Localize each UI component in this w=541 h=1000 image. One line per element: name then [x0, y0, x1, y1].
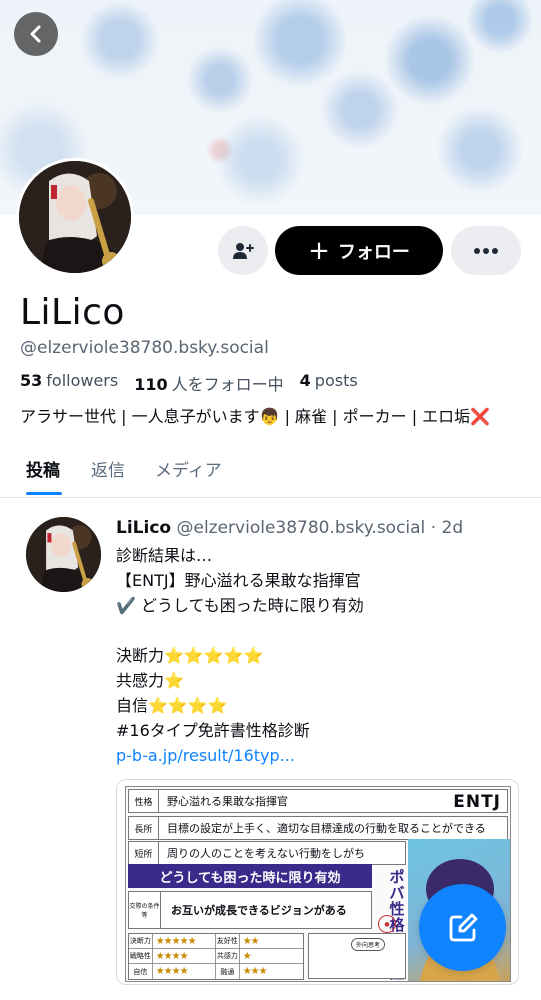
- post-author-name[interactable]: LiLico: [116, 518, 171, 538]
- license-row-key: 短所: [129, 842, 159, 864]
- license-traits-table: 決断力 ★★★★★ 友好性 ★★ 戦略性 ★★★★ 共感力 ★ 自信 ★★★★ …: [128, 933, 304, 980]
- post-line: ✔️ どうしても困った時に限り有効: [116, 596, 364, 615]
- license-cognitive-grid: 外向思考: [308, 933, 406, 979]
- trait-stars: ★★: [242, 935, 260, 947]
- trait-stars: ★★★★: [153, 964, 216, 979]
- follow-button[interactable]: + フォロー: [275, 226, 443, 275]
- tab-replies[interactable]: 返信: [91, 456, 125, 481]
- license-row-value: 目標の設定が上手く、適切な目標達成の行動を取ることができる: [167, 822, 486, 835]
- profile-stats: 53 followers 110 人をフォロー中 4 posts: [20, 371, 358, 395]
- license-row-weakness: 短所 周りの人のことを考えない行動をしがち: [128, 841, 406, 865]
- followers-label: followers: [46, 371, 119, 390]
- plus-icon: +: [308, 235, 330, 266]
- more-options-button[interactable]: [451, 226, 521, 275]
- license-vision-row: 交際の条件等 お互いが成長できるビジョンがある: [128, 891, 372, 929]
- following-count: 110: [134, 375, 168, 394]
- trait-label: 友好性: [216, 934, 240, 948]
- trait-label: 戦略性: [129, 949, 153, 963]
- trait-label: 融通: [216, 964, 240, 979]
- license-row-personality: 性格 野心溢れる果敢な指揮官 ENTJ: [128, 789, 508, 813]
- tab-posts[interactable]: 投稿: [26, 456, 60, 481]
- following-label: 人をフォロー中: [171, 375, 284, 394]
- post-text[interactable]: 診断結果は… 【ENTJ】野心溢れる果敢な指揮官 ✔️ どうしても困った時に限り…: [116, 543, 364, 768]
- license-row-key: 性格: [129, 790, 159, 812]
- tab-media[interactable]: メディア: [155, 456, 222, 481]
- post-line: 【ENTJ】野心溢れる果敢な指揮官: [116, 571, 361, 590]
- compose-icon: [449, 913, 477, 941]
- trait-row: 決断力 ★★★★★ 友好性 ★★: [129, 934, 303, 949]
- license-row-key: 長所: [129, 817, 159, 839]
- followers-count: 53: [20, 371, 43, 390]
- profile-bio: アラサー世代 | 一人息子がいます👦 | 麻雀 | ポーカー | エロ垢❌: [20, 407, 491, 426]
- post-line: 診断結果は…: [116, 546, 213, 565]
- post-link[interactable]: p-b-a.jp/result/16typ...: [116, 743, 364, 768]
- license-row-value: 周りの人のことを考えない行動をしがち: [167, 847, 365, 860]
- chevron-left-icon: [30, 25, 41, 43]
- trait-label: 自信: [129, 964, 153, 979]
- license-type-code: ENTJ: [453, 792, 501, 812]
- trait-stars: ★: [242, 950, 252, 962]
- posts-label: posts: [314, 371, 358, 390]
- add-user-button[interactable]: [218, 226, 268, 275]
- seal-stamp-icon: ●: [378, 915, 396, 933]
- trait-row: 戦略性 ★★★★ 共感力 ★: [129, 949, 303, 964]
- profile-handle: @elzerviole38780.bsky.social: [20, 338, 269, 358]
- license-row-value: お互いが成長できるビジョンがある: [171, 904, 347, 917]
- trait-stars: ★★★★★: [153, 934, 216, 948]
- compose-post-button[interactable]: [419, 884, 506, 971]
- profile-avatar[interactable]: [16, 158, 134, 276]
- license-condition-banner: どうしても困った時に限り有効: [128, 864, 372, 888]
- ellipsis-icon: [474, 247, 498, 254]
- trait-row: 自信 ★★★★ 融通 ★★★: [129, 964, 303, 979]
- cognitive-chip: 外向思考: [351, 938, 386, 951]
- license-row-strength: 長所 目標の設定が上手く、適切な目標達成の行動を取ることができる: [128, 816, 508, 840]
- trait-label: 決断力: [129, 934, 153, 948]
- post-time[interactable]: · 2d: [431, 518, 463, 538]
- followers-stat[interactable]: 53 followers: [20, 371, 118, 395]
- post-author-handle[interactable]: @elzerviole38780.bsky.social: [176, 518, 425, 538]
- avatar-image: [26, 517, 101, 592]
- following-stat[interactable]: 110 人をフォロー中: [134, 371, 283, 395]
- active-tab-indicator: [26, 492, 62, 495]
- avatar-image: [19, 161, 131, 273]
- back-button[interactable]: [14, 12, 58, 56]
- trait-stars: ★★★: [242, 966, 268, 977]
- post-line: #16タイプ免許書性格診断: [116, 721, 310, 740]
- profile-tabs: 投稿 返信 メディア: [0, 448, 541, 498]
- post-author-avatar[interactable]: [26, 517, 101, 592]
- license-row-key: 交際の条件等: [129, 892, 161, 928]
- post-header: LiLico @elzerviole38780.bsky.social · 2d: [116, 518, 463, 538]
- post-line: 自信⭐⭐⭐⭐: [116, 696, 228, 715]
- post-line: 共感力⭐: [116, 671, 184, 690]
- license-row-value: 野心溢れる果敢な指揮官: [167, 795, 288, 808]
- follow-button-label: フォロー: [337, 241, 410, 263]
- trait-stars: ★★★★: [153, 949, 216, 963]
- post-line: [116, 618, 364, 643]
- trait-label: 共感力: [216, 949, 240, 963]
- profile-display-name: LiLico: [20, 292, 125, 333]
- posts-stat: 4 posts: [300, 371, 358, 395]
- posts-count: 4: [299, 371, 311, 390]
- add-user-icon: [233, 242, 254, 259]
- post-line: 決断力⭐⭐⭐⭐⭐: [116, 646, 264, 665]
